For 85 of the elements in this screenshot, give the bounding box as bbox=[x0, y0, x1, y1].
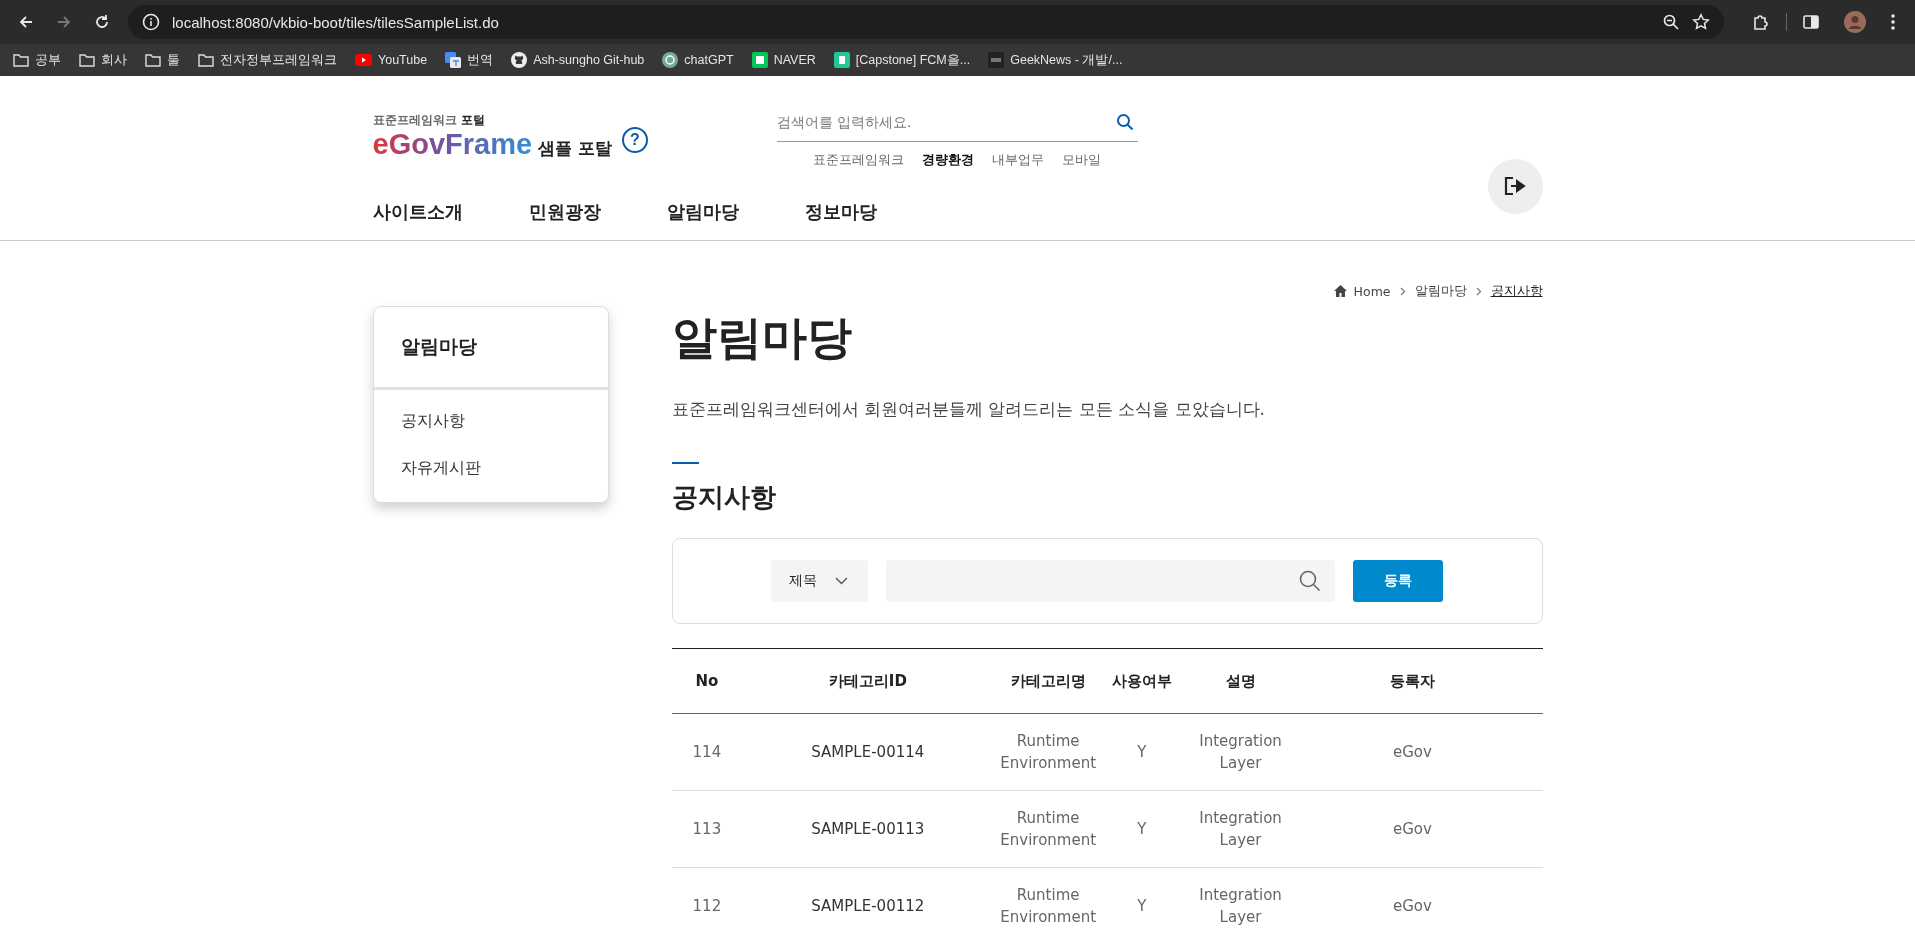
folder-icon bbox=[79, 53, 95, 67]
logo-suffix: 샘플 포탈 bbox=[538, 137, 612, 160]
bookmark-item[interactable]: NAVER bbox=[744, 49, 823, 71]
search-icon[interactable] bbox=[1299, 570, 1321, 592]
info-icon bbox=[142, 13, 160, 31]
play-icon bbox=[355, 54, 372, 66]
help-button[interactable]: ? bbox=[622, 127, 648, 153]
quick-link[interactable]: 내부업무 bbox=[992, 152, 1044, 169]
table-cell-text: eGov bbox=[1393, 819, 1432, 840]
translate-icon bbox=[445, 52, 462, 68]
breadcrumb-link[interactable]: 공지사항 bbox=[1490, 282, 1543, 300]
folder-icon bbox=[145, 53, 161, 67]
logout-icon bbox=[1504, 176, 1526, 196]
star-icon[interactable] bbox=[1692, 13, 1710, 31]
side-menu-item[interactable]: 공지사항 bbox=[373, 398, 608, 445]
logo-subtitle: 표준프레임워크 포털 bbox=[372, 112, 486, 129]
avatar[interactable] bbox=[1844, 11, 1866, 33]
column-header: 카테고리ID bbox=[828, 671, 907, 692]
side-menu-item[interactable]: 자유게시판 bbox=[373, 445, 608, 492]
home-icon bbox=[1333, 285, 1347, 297]
folder-icon bbox=[13, 53, 29, 67]
table-cell-text: 112 bbox=[692, 896, 722, 917]
table-cell-text: Integration Layer bbox=[1198, 731, 1283, 774]
square-icon bbox=[751, 52, 768, 68]
zoom-icon[interactable] bbox=[1662, 13, 1680, 31]
table-cell-text: Runtime Environment bbox=[999, 731, 1098, 774]
column-header: No bbox=[695, 671, 719, 692]
nav-menu-item[interactable]: 사이트소개 bbox=[372, 200, 463, 224]
table-cell-text: Y bbox=[1137, 896, 1147, 917]
chevron-icon bbox=[1399, 286, 1406, 296]
keyword-field[interactable] bbox=[886, 560, 1335, 602]
nav-menu-item[interactable]: 정보마당 bbox=[804, 200, 877, 224]
table-cell-text: SAMPLE-00112 bbox=[811, 896, 925, 917]
page-title: 알림마당 bbox=[671, 310, 853, 366]
bookmark-item[interactable]: 회사 bbox=[72, 48, 134, 72]
search-type-dropdown[interactable]: 제목 bbox=[771, 560, 868, 602]
section-title: 공지사항 bbox=[671, 481, 777, 514]
bookmark-item[interactable]: [Capstone] FCM을... bbox=[826, 48, 978, 72]
nav-menu-item[interactable]: 민원광장 bbox=[528, 200, 601, 224]
url-text: localhost:8080/vkbio-boot/tiles/tilesSampleList.do bbox=[172, 13, 499, 31]
table-cell-text: eGov bbox=[1393, 896, 1432, 917]
menu-icon[interactable] bbox=[1890, 13, 1896, 31]
table-cell-text: Runtime Environment bbox=[999, 808, 1098, 851]
table-cell-text: Y bbox=[1137, 819, 1147, 840]
column-header: 사용여부 bbox=[1111, 671, 1172, 692]
quick-link[interactable]: 모바일 bbox=[1062, 152, 1101, 169]
table-cell-text: Y bbox=[1137, 742, 1147, 763]
search-icon[interactable] bbox=[1115, 113, 1134, 131]
side-menu-title: 알림마당 bbox=[373, 307, 608, 390]
register-button[interactable]: 등록 bbox=[1353, 560, 1443, 602]
breadcrumb-link[interactable]: Home bbox=[1353, 283, 1391, 299]
chevron-icon bbox=[1475, 286, 1482, 296]
bookmark-item[interactable]: 번역 bbox=[438, 48, 501, 72]
table-cell-text: 113 bbox=[692, 819, 722, 840]
page-description: 표준프레임워크센터에서 회원여러분들께 알려드리는 모든 소식을 모았습니다. bbox=[671, 398, 1266, 421]
table-cell-text: SAMPLE-00113 bbox=[811, 819, 925, 840]
table-cell-text: 114 bbox=[692, 742, 722, 763]
bookmark-item[interactable]: GeekNews - 개발/... bbox=[981, 48, 1130, 72]
table-cell-text: Runtime Environment bbox=[999, 885, 1098, 928]
reload-icon bbox=[93, 13, 111, 31]
table-cell-text: eGov bbox=[1393, 742, 1432, 763]
table-cell-text: Integration Layer bbox=[1198, 808, 1283, 851]
cat-icon bbox=[511, 52, 528, 68]
table-cell-text: SAMPLE-00114 bbox=[811, 742, 925, 763]
quick-link[interactable]: 표준프레임워크 bbox=[813, 152, 904, 169]
quick-link[interactable]: 경량환경 bbox=[922, 152, 974, 169]
chevron-down-icon bbox=[835, 577, 848, 585]
bookmark-item[interactable]: chatGPT bbox=[655, 49, 741, 71]
breadcrumb-link[interactable]: 알림마당 bbox=[1414, 282, 1467, 300]
bookmark-item[interactable]: Ash-sungho Git-hub bbox=[504, 49, 652, 71]
bookmark-item[interactable]: YouTube bbox=[348, 50, 435, 70]
column-header: 설명 bbox=[1225, 671, 1256, 692]
column-header: 카테고리명 bbox=[1010, 671, 1086, 692]
nav-menu-item[interactable]: 알림마당 bbox=[666, 200, 739, 224]
address-bar[interactable]: localhost:8080/vkbio-boot/tiles/tilesSampleList.do bbox=[128, 5, 1724, 39]
bookmark-item[interactable]: 툴 bbox=[138, 48, 187, 72]
bookmark-item[interactable]: 전자정부프레임워크 bbox=[191, 48, 344, 72]
folder-icon bbox=[198, 53, 214, 67]
square-icon bbox=[833, 52, 850, 68]
side-panel-icon[interactable] bbox=[1802, 13, 1820, 31]
puzzle-icon[interactable] bbox=[1751, 12, 1771, 32]
bookmark-item[interactable]: 공부 bbox=[6, 48, 68, 72]
table-cell-text: Integration Layer bbox=[1198, 885, 1283, 928]
square-icon bbox=[988, 52, 1005, 68]
column-header: 등록자 bbox=[1389, 671, 1435, 692]
